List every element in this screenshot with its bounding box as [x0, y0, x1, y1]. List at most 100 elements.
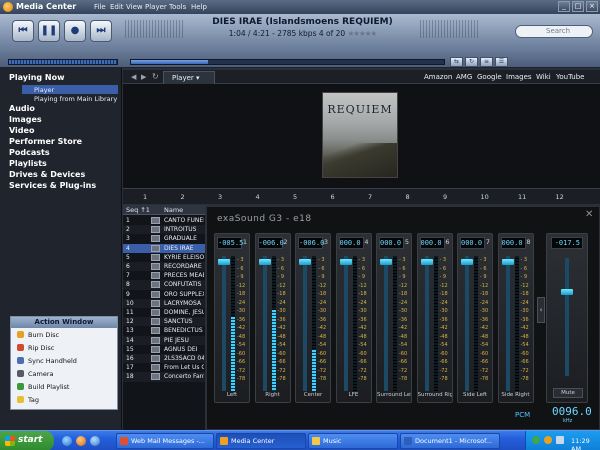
column-name[interactable]: Name: [164, 206, 183, 214]
sidebar-item-video[interactable]: Video: [9, 126, 34, 135]
collapse-arrow-icon[interactable]: ‹: [537, 297, 545, 323]
channel-fader-knob[interactable]: [461, 259, 473, 265]
volume-slider[interactable]: [8, 59, 118, 65]
menu-help[interactable]: Help: [191, 3, 207, 11]
channel-fader-track[interactable]: [505, 256, 510, 391]
task-music[interactable]: Music: [308, 433, 398, 449]
playlist-row[interactable]: 11 DOMINE, JESU: [123, 308, 205, 317]
sidebar-item-playlists[interactable]: Playlists: [9, 159, 47, 168]
channel-fader-track[interactable]: [424, 256, 429, 391]
channel-fader-knob[interactable]: [380, 259, 392, 265]
action-rip-disc[interactable]: Rip Disc: [17, 344, 54, 352]
playlist-row[interactable]: 18 Concerto Fant: [123, 372, 205, 382]
network-icon[interactable]: [532, 436, 540, 444]
link-amazon[interactable]: Amazon: [424, 73, 452, 81]
action-camera[interactable]: Camera: [17, 370, 54, 378]
sidebar-item-playing-from[interactable]: Playing from Main Library: [34, 95, 117, 103]
menu-edit[interactable]: Edit: [110, 3, 124, 11]
playlist-row[interactable]: 13 BENEDICTUS: [123, 326, 205, 335]
master-volume-track[interactable]: [565, 258, 569, 376]
album-cover[interactable]: REQUIEM: [322, 92, 398, 178]
link-google[interactable]: Google: [477, 73, 502, 81]
link-wiki[interactable]: Wiki: [536, 73, 551, 81]
sidebar-item-drives-devices[interactable]: Drives & Devices: [9, 170, 85, 179]
channel-fader-knob[interactable]: [258, 259, 271, 265]
master-volume-knob[interactable]: [561, 289, 573, 295]
sidebar-item-performer-store[interactable]: Performer Store: [9, 137, 82, 146]
shuffle-button[interactable]: ⇆: [450, 57, 463, 67]
channel-fader-track[interactable]: [465, 256, 469, 391]
next-button[interactable]: ⏭: [90, 20, 112, 42]
menu-player[interactable]: Player: [145, 3, 167, 11]
mute-button[interactable]: Mute: [553, 388, 583, 398]
playlist-row[interactable]: 16 2LS3SACD 04: [123, 354, 205, 364]
firefox-icon[interactable]: [76, 436, 86, 446]
column-seq[interactable]: Seq ↑1: [126, 206, 150, 214]
channel-fader-knob[interactable]: [218, 259, 230, 265]
media-tray-icon[interactable]: [544, 436, 552, 444]
maximize-button[interactable]: □: [572, 1, 584, 12]
start-button[interactable]: start: [0, 431, 54, 450]
stop-button[interactable]: ●: [64, 20, 86, 42]
channel-fader-knob[interactable]: [420, 259, 433, 265]
close-button[interactable]: ×: [586, 1, 598, 12]
close-icon[interactable]: ✕: [585, 210, 595, 220]
link-images[interactable]: Images: [506, 73, 532, 81]
sidebar-item-images[interactable]: Images: [9, 115, 42, 124]
playlist-row[interactable]: 17 From Let Us G: [123, 363, 205, 372]
seek-bar[interactable]: [130, 59, 445, 65]
dsp-button[interactable]: ≡: [480, 57, 493, 67]
forward-icon[interactable]: ▶: [141, 73, 146, 81]
action-build-playlist[interactable]: Build Playlist: [17, 383, 70, 391]
previous-button[interactable]: ⏮: [12, 20, 34, 42]
playlist-row[interactable]: 2 INTROITUS: [123, 225, 205, 235]
link-amg[interactable]: AMG: [456, 73, 472, 81]
sidebar-item-podcasts[interactable]: Podcasts: [9, 148, 50, 157]
playlist-row[interactable]: 1 CANTO FUNEB: [123, 216, 205, 225]
channel-fader-track[interactable]: [222, 256, 226, 391]
playlist-row[interactable]: 3 GRADUALE: [123, 234, 205, 243]
action-tag[interactable]: Tag: [17, 396, 39, 404]
channel-fader-knob[interactable]: [299, 259, 311, 265]
playlist-row[interactable]: 4 DIES IRAE: [123, 243, 205, 253]
task-media-center[interactable]: Media Center: [216, 433, 306, 449]
playlist-row[interactable]: 5 KYRIE ELEISO: [123, 253, 205, 262]
playlist-row[interactable]: 15 AGNUS DEI: [123, 345, 205, 354]
task-word-document[interactable]: Document1 - Microsof...: [400, 433, 500, 449]
playlist-row[interactable]: 12 SANCTUS: [123, 317, 205, 327]
sidebar-item-player[interactable]: Player: [34, 86, 54, 94]
playlist-row[interactable]: 6 RECORDARE: [123, 262, 205, 272]
back-icon[interactable]: ◀: [131, 73, 136, 81]
playlist-row[interactable]: 14 PIE JESU: [123, 335, 205, 345]
show-desktop-icon[interactable]: [90, 436, 100, 446]
sidebar-item-playing-now[interactable]: Playing Now: [9, 73, 65, 82]
repeat-button[interactable]: ↻: [465, 57, 478, 67]
playlist-row[interactable]: 8 CONFUTATIS: [123, 280, 205, 290]
playlist-row[interactable]: 9 ORO SUPPLEX: [123, 290, 205, 299]
internet-explorer-icon[interactable]: [62, 436, 72, 446]
channel-fader-track[interactable]: [303, 256, 307, 391]
sidebar-item-audio[interactable]: Audio: [9, 104, 35, 113]
channel-fader-track[interactable]: [343, 256, 348, 391]
refresh-icon[interactable]: ↻: [152, 72, 159, 81]
channel-fader-knob[interactable]: [339, 259, 352, 265]
task-web-mail[interactable]: Web Mail Messages -...: [116, 433, 214, 449]
playlist-toggle-button[interactable]: ☰: [495, 57, 508, 67]
pause-button[interactable]: ❚❚: [38, 20, 60, 42]
menu-file[interactable]: File: [94, 3, 106, 11]
search-input[interactable]: Search: [515, 25, 593, 38]
volume-icon[interactable]: [556, 436, 564, 444]
action-burn-disc[interactable]: Burn Disc: [17, 331, 59, 339]
action-sync-handheld[interactable]: Sync Handheld: [17, 357, 77, 365]
playlist-row[interactable]: 7 PRECES MEAE: [123, 271, 205, 280]
playlist-row[interactable]: 10 LACRYMOSA: [123, 298, 205, 308]
menu-tools[interactable]: Tools: [169, 3, 186, 11]
rating-stars[interactable]: ★★★★★: [348, 29, 378, 38]
minimize-button[interactable]: _: [558, 1, 570, 12]
tab-player[interactable]: Player ▾: [163, 71, 215, 84]
link-youtube[interactable]: YouTube: [556, 73, 584, 81]
channel-fader-knob[interactable]: [501, 259, 514, 265]
channel-fader-track[interactable]: [384, 256, 388, 391]
sidebar-item-services-plugins[interactable]: Services & Plug-ins: [9, 181, 96, 190]
channel-fader-track[interactable]: [262, 256, 267, 391]
